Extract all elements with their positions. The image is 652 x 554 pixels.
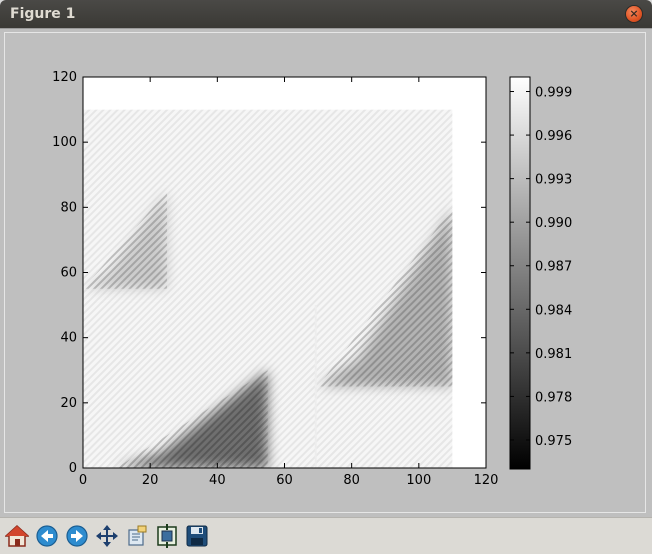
colorbar-tick-label: 0.999 [535, 86, 572, 101]
colorbar-tick-label: 0.990 [535, 216, 572, 231]
colorbar-tick-label: 0.984 [535, 303, 572, 318]
navigation-toolbar [0, 517, 652, 554]
y-tick-label: 0 [69, 461, 77, 476]
y-tick-label: 100 [52, 135, 77, 150]
x-tick-label: 80 [343, 473, 360, 488]
colorbar-tick-label: 0.987 [535, 260, 572, 275]
arrow-left-icon [36, 525, 58, 547]
home-button[interactable] [4, 523, 30, 549]
back-button[interactable] [34, 523, 60, 549]
y-tick-label: 60 [60, 266, 77, 281]
subplots-icon [157, 524, 177, 548]
y-tick-label: 80 [60, 200, 77, 215]
arrow-right-icon [66, 525, 88, 547]
x-tick-label: 20 [142, 473, 159, 488]
zoom-rect-icon [128, 525, 147, 546]
colorbar-tick-label: 0.978 [535, 390, 572, 405]
forward-button[interactable] [64, 523, 90, 549]
x-tick-label: 120 [474, 473, 499, 488]
heatmap-seam [314, 305, 317, 468]
y-tick-label: 40 [60, 331, 77, 346]
colorbar-tick-label: 0.975 [535, 434, 572, 449]
heatmap-image [83, 109, 453, 468]
floppy-disk-icon [186, 525, 208, 547]
colorbar-tick-label: 0.981 [535, 347, 572, 362]
x-tick-label: 60 [276, 473, 293, 488]
window-titlebar[interactable]: Figure 1 × [0, 0, 652, 28]
close-icon: × [629, 7, 639, 20]
x-tick-label: 40 [209, 473, 226, 488]
move-icon [96, 525, 118, 547]
home-icon [5, 524, 29, 547]
pan-button[interactable] [94, 523, 120, 549]
save-button[interactable] [184, 523, 210, 549]
window-title: Figure 1 [10, 6, 76, 22]
colorbar [509, 76, 531, 470]
x-tick-label: 0 [79, 473, 87, 488]
zoom-button[interactable] [124, 523, 150, 549]
close-button[interactable]: × [626, 6, 642, 22]
x-tick-label: 100 [406, 473, 431, 488]
y-tick-label: 20 [60, 396, 77, 411]
y-tick-label: 120 [52, 70, 77, 85]
plot-area: 0 20 40 60 80 100 120 0 20 40 60 80 100 120 0.975 0.9… [52, 70, 572, 488]
colorbar-tick-label: 0.996 [535, 129, 572, 144]
configure-subplots-button[interactable] [154, 523, 180, 549]
colorbar-tick-label: 0.993 [535, 173, 572, 188]
